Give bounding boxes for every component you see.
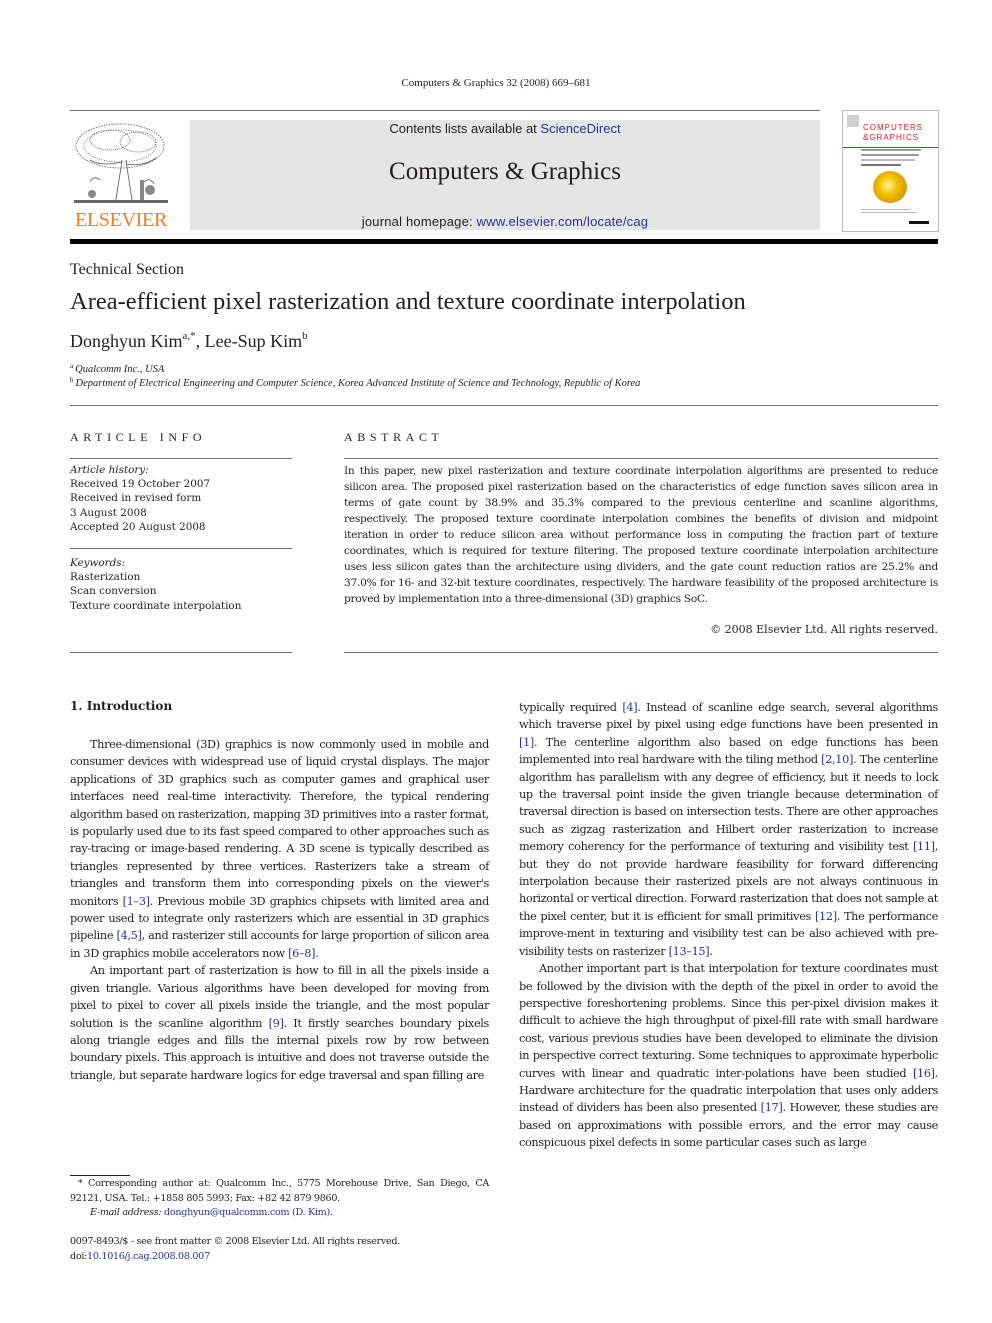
- doi-line: doi:10.1016/j.cag.2008.08.007: [70, 1250, 400, 1265]
- email-link[interactable]: donghyun@qualcomm.com (D. Kim).: [164, 1207, 333, 1218]
- issn-line: 0097-8493/$ - see front matter © 2008 El…: [70, 1236, 401, 1247]
- cover-title: COMPUTERS &GRAPHICS: [863, 123, 923, 143]
- cover-footer-line: [861, 212, 917, 213]
- footnote-rule: [70, 1175, 130, 1176]
- citation-link[interactable]: [4]: [622, 701, 637, 714]
- affiliation-mark: b: [70, 376, 74, 384]
- body-text: typically required: [519, 701, 623, 714]
- body-right-column: typically required [4]. Instead of scanl…: [519, 699, 938, 1152]
- history-item: Received 19 October 2007: [70, 478, 211, 491]
- journal-title: Computers & Graphics: [389, 158, 621, 185]
- cover-footer-line: [861, 209, 911, 210]
- sciencedirect-link[interactable]: ScienceDirect: [540, 121, 620, 136]
- journal-homepage-link[interactable]: www.elsevier.com/locate/cag: [477, 214, 649, 229]
- email-label: E-mail address:: [90, 1207, 165, 1218]
- affiliation-rule: [70, 405, 938, 406]
- journal-cover-thumbnail[interactable]: COMPUTERS &GRAPHICS: [842, 110, 939, 232]
- body-text: . The centerline algorithm has paralleli…: [519, 753, 939, 854]
- abstract-text: In this paper, new pixel rasterization a…: [344, 465, 938, 605]
- cover-rule: [843, 147, 938, 148]
- doi-prefix: doi:: [70, 1250, 88, 1262]
- affiliation-mark: a: [70, 362, 74, 370]
- cover-subtitle-line: [861, 159, 915, 161]
- citation-link[interactable]: [17]: [761, 1101, 783, 1114]
- cover-barcode-icon: [909, 221, 929, 224]
- history-item: Received in revised form: [70, 492, 202, 505]
- body-paragraph: An important part of rasterization is ho…: [70, 962, 489, 1084]
- article-info-bottom-rule: [70, 652, 292, 653]
- contents-prefix: Contents lists available at: [389, 121, 541, 136]
- keywords-label: Keywords:: [70, 557, 126, 569]
- citation-link[interactable]: [13–15]: [669, 945, 710, 958]
- article-info-heading: ARTICLE INFO: [70, 430, 207, 444]
- keyword: Scan conversion: [70, 585, 157, 598]
- cover-title-line2: &GRAPHICS: [863, 133, 920, 142]
- keywords-rule: [70, 548, 292, 549]
- author-name[interactable]: Donghyun Kim: [70, 331, 183, 351]
- cover-subtitle-line: [861, 164, 901, 166]
- citation-link[interactable]: [1–3]: [123, 895, 150, 908]
- article-title: Area-efficient pixel rasterization and t…: [70, 288, 746, 315]
- article-info-rule: [70, 458, 292, 459]
- body-text: .: [315, 946, 319, 960]
- elsevier-logo[interactable]: ELSEVIER: [70, 120, 172, 232]
- header-rule: [70, 110, 820, 111]
- citation-link[interactable]: [16]: [913, 1067, 935, 1080]
- cover-subtitle-line: [861, 149, 921, 151]
- citation-link[interactable]: [4,5]: [117, 929, 142, 942]
- history-label: Article history:: [70, 464, 149, 476]
- elsevier-wordmark: ELSEVIER: [74, 209, 168, 231]
- history-item: 3 August 2008: [70, 506, 147, 519]
- citation-link[interactable]: [9]: [269, 1017, 284, 1030]
- corresponding-author-footnote: * Corresponding author at: Qualcomm Inc.…: [70, 1177, 489, 1221]
- abstract-rule: [344, 458, 938, 459]
- keyword: Rasterization: [70, 571, 141, 584]
- body-text: .: [709, 944, 713, 958]
- cover-fractal-image-icon: [873, 171, 907, 203]
- affiliation: a Qualcomm Inc., USA: [70, 362, 164, 375]
- keywords: Keywords: Rasterization Scan conversion …: [70, 556, 292, 613]
- affiliation-text: Qualcomm Inc., USA: [75, 364, 165, 375]
- elsevier-tree-icon: [74, 123, 168, 203]
- citation-link[interactable]: [2,10]: [821, 753, 853, 766]
- journal-banner: Contents lists available at ScienceDirec…: [190, 120, 820, 230]
- corresponding-note: * Corresponding author at: Qualcomm Inc.…: [70, 1178, 489, 1204]
- cover-subtitle-line: [861, 154, 919, 156]
- section-type: Technical Section: [70, 261, 184, 278]
- body-text: Another important part is that interpola…: [519, 962, 938, 1080]
- author-name[interactable]: Lee-Sup Kim: [205, 331, 302, 351]
- abstract-heading: ABSTRACT: [344, 430, 444, 444]
- masthead-rule: [70, 239, 938, 244]
- homepage-prefix: journal homepage:: [361, 214, 477, 229]
- email-note: E-mail address: donghyun@qualcomm.com (D…: [70, 1206, 489, 1221]
- keyword: Texture coordinate interpolation: [70, 599, 242, 612]
- abstract-copyright: © 2008 Elsevier Ltd. All rights reserved…: [710, 623, 938, 636]
- author-marks: b: [302, 330, 308, 342]
- article-history: Article history: Received 19 October 200…: [70, 463, 292, 534]
- body-text: Three-dimensional (3D) graphics is now c…: [70, 738, 489, 908]
- author-list: Donghyun Kima,*, Lee-Sup Kimb: [70, 330, 308, 352]
- running-head: Computers & Graphics 32 (2008) 669–681: [401, 77, 591, 89]
- citation-link[interactable]: [1]: [519, 736, 534, 749]
- author-separator: ,: [195, 331, 205, 351]
- citation-link[interactable]: [6–8]: [288, 947, 315, 960]
- cover-title-line1: COMPUTERS: [863, 123, 924, 132]
- section-heading-introduction: 1. Introduction: [70, 699, 173, 713]
- cover-publisher-icon: [847, 115, 859, 127]
- body-paragraph: Three-dimensional (3D) graphics is now c…: [70, 736, 489, 962]
- citation-link[interactable]: [11]: [913, 840, 935, 853]
- author-marks: a,*: [182, 330, 196, 342]
- history-item: Accepted 20 August 2008: [70, 520, 206, 533]
- body-left-column: Three-dimensional (3D) graphics is now c…: [70, 736, 489, 1084]
- doi-link[interactable]: 10.1016/j.cag.2008.08.007: [87, 1251, 210, 1262]
- homepage-line: journal homepage: www.elsevier.com/locat…: [190, 214, 820, 229]
- body-paragraph: typically required [4]. Instead of scanl…: [519, 699, 938, 960]
- issn-block: 0097-8493/$ - see front matter © 2008 El…: [70, 1235, 400, 1264]
- affiliation-text: Department of Electrical Engineering and…: [75, 378, 641, 389]
- citation-link[interactable]: [12]: [815, 910, 837, 923]
- affiliation: b Department of Electrical Engineering an…: [70, 376, 640, 389]
- body-paragraph: Another important part is that interpola…: [519, 960, 938, 1151]
- abstract-bottom-rule: [344, 652, 938, 653]
- contents-line: Contents lists available at ScienceDirec…: [190, 121, 820, 136]
